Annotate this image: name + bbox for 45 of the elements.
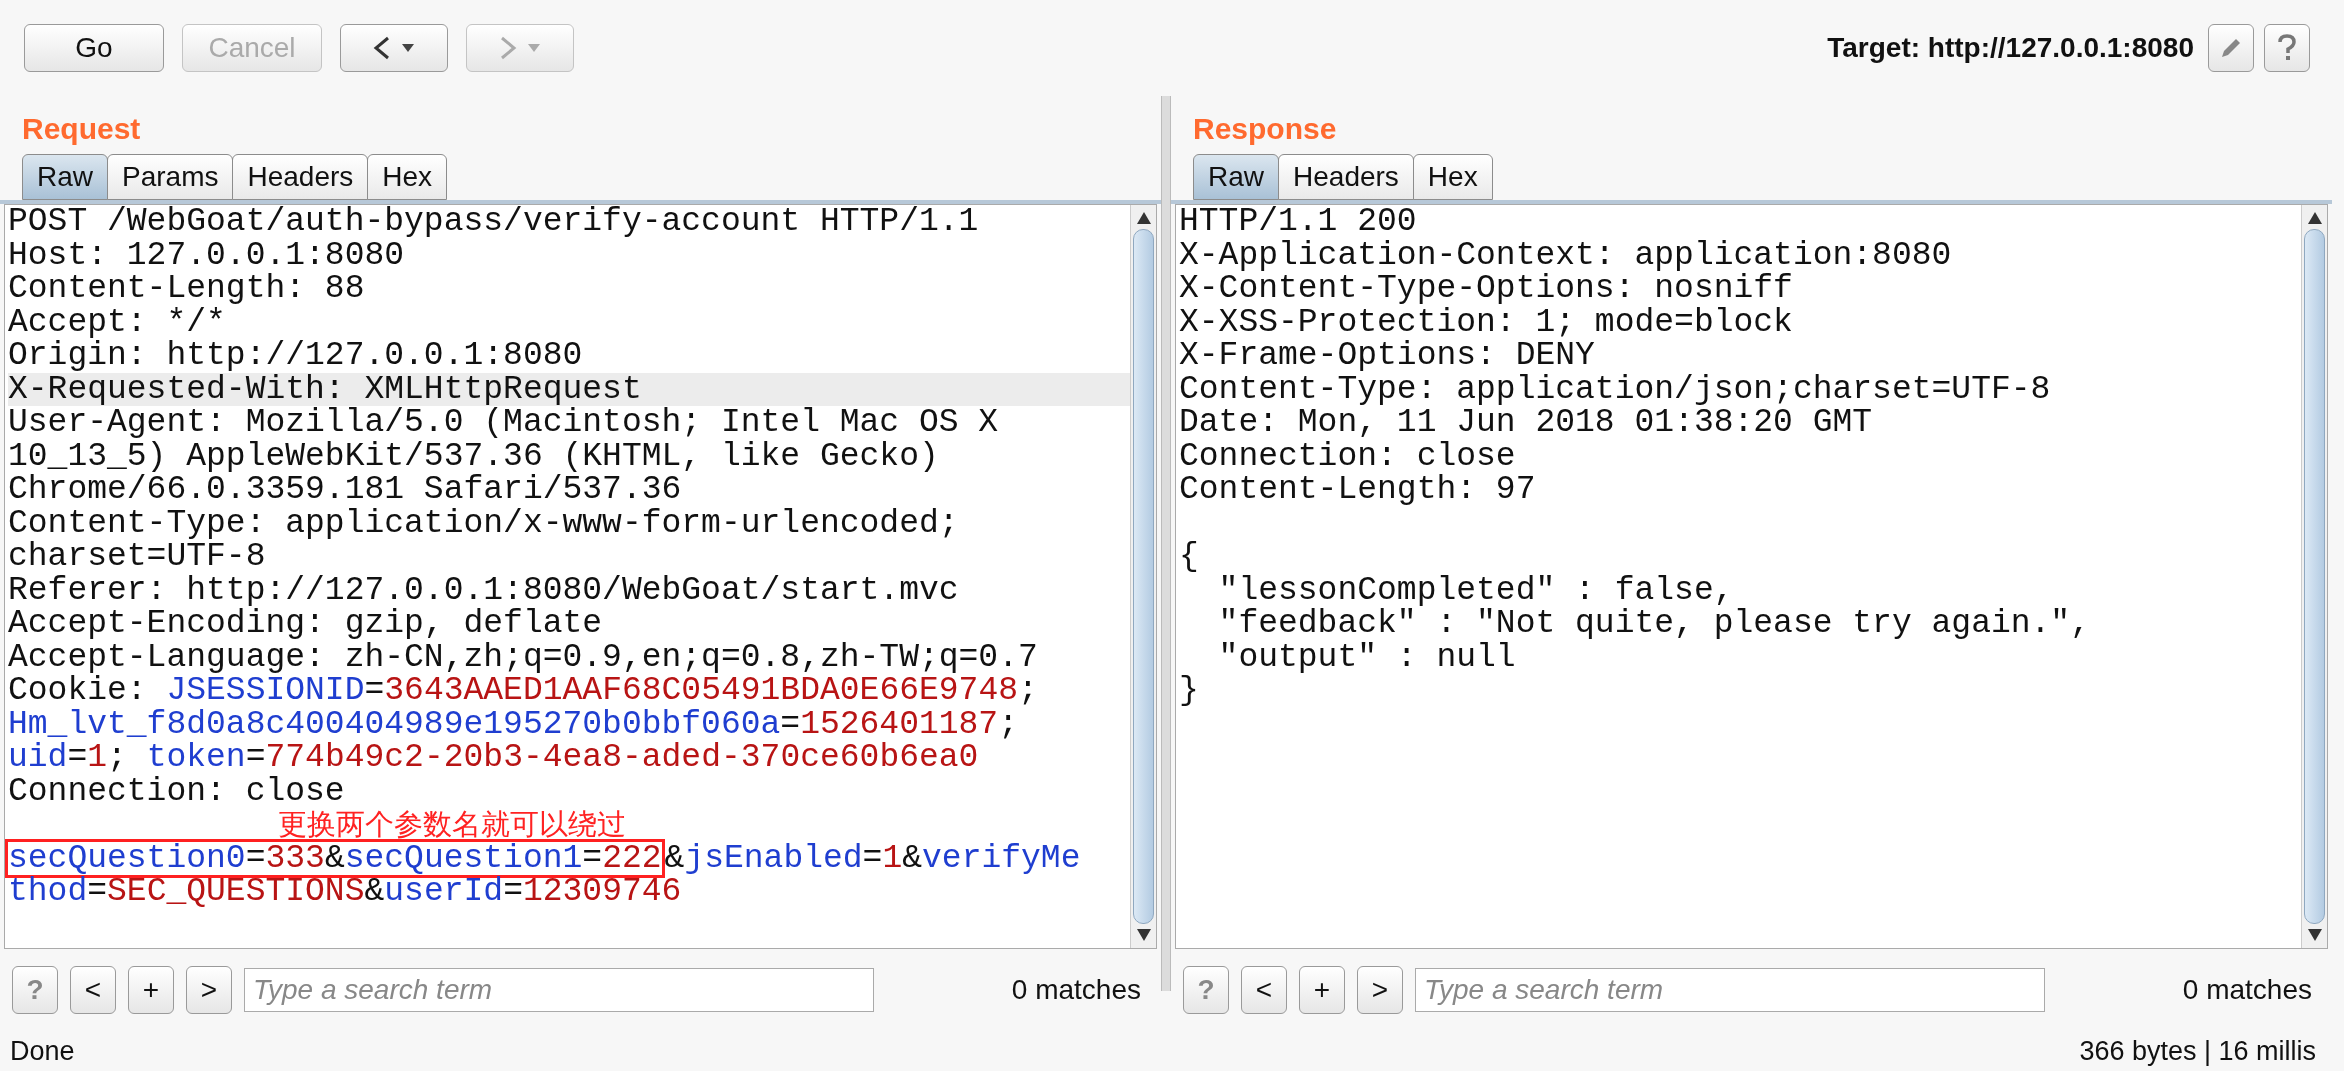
dropdown-caret-icon [527,43,541,53]
search-nav-button[interactable]: + [1299,966,1345,1014]
target-label: Target: http://127.0.0.1:8080 [1827,31,2194,65]
annotation-text: 更换两个参数名就可以绕过 [278,807,626,841]
code-text: 1 [882,839,903,877]
code-text: & [902,839,923,877]
pane-title: Response [1192,111,1338,147]
back-button[interactable] [340,24,448,72]
pane-title: Request [21,111,142,147]
search-nav-button[interactable]: < [70,966,116,1014]
search-nav-button[interactable]: + [128,966,174,1014]
code-text: jsEnabled [684,839,863,877]
tab[interactable]: Raw [1193,154,1279,200]
scroll-up-icon[interactable] [2306,211,2323,225]
tab[interactable]: Headers [232,154,369,200]
scroll-down-icon[interactable] [1135,928,1152,942]
tab[interactable]: Raw [22,154,108,200]
question-icon [2276,33,2298,63]
search-nav-button[interactable]: > [186,966,232,1014]
code-text: } [1179,672,1199,709]
dropdown-caret-icon [401,43,415,53]
tab[interactable]: Hex [367,154,448,200]
right-chevron-icon [499,36,517,60]
search-field[interactable]: Type a search term [1415,968,2045,1012]
response-stats: 366 bytes | 16 millis [2079,1034,2317,1068]
tab[interactable]: Params [107,154,234,200]
code-text: { [1179,538,1199,575]
scrollbar[interactable] [1130,205,1156,948]
left-chevron-icon [373,36,391,60]
search-nav-button[interactable]: > [1357,966,1403,1014]
go-button[interactable]: Go [24,24,164,72]
scroll-down-icon[interactable] [2306,928,2323,942]
code-text: = [862,839,883,877]
code-text: verifyMe [922,839,1081,877]
match-count: 0 matches [2182,973,2313,1007]
help-button[interactable] [2264,24,2310,72]
tab[interactable]: Hex [1412,154,1493,200]
tab[interactable]: Headers [1278,154,1414,200]
scrollbar[interactable] [2301,205,2327,948]
scroll-up-icon[interactable] [1135,211,1152,225]
status-text: Done [10,1034,75,1068]
edit-button[interactable] [2208,24,2254,72]
search-nav-button[interactable]: < [1241,966,1287,1014]
match-count: 0 matches [1011,973,1142,1007]
search-field[interactable]: Type a search term [244,968,874,1012]
